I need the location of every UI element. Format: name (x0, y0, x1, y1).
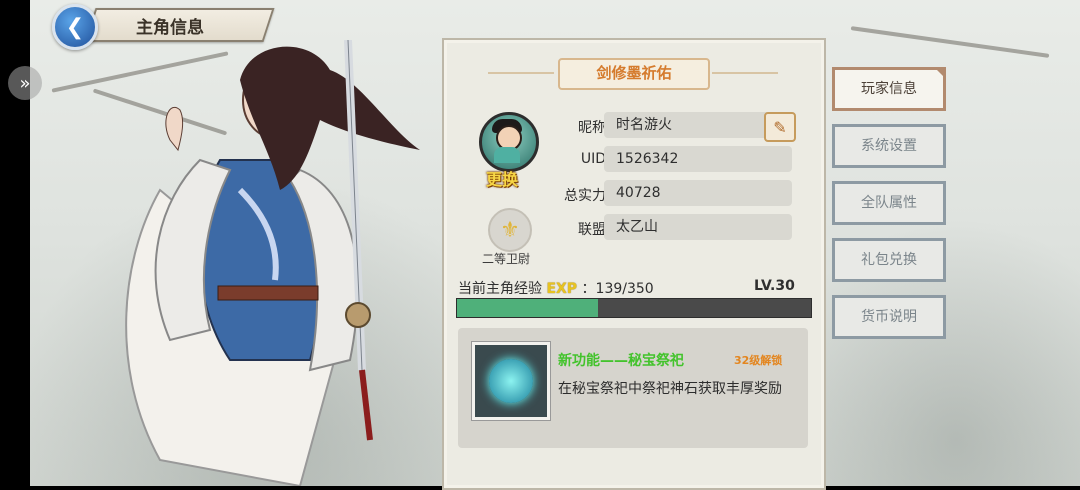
character-name: 剑修墨祈佑 (558, 58, 710, 90)
tab-gift-redeem[interactable]: 礼包兑换 (832, 238, 946, 282)
player-avatar[interactable] (479, 112, 539, 172)
tree-branch (850, 26, 1050, 58)
uid-value: 1526342 (604, 146, 792, 172)
rank-badge-icon[interactable]: ⚜ (488, 208, 532, 252)
hero-illustration (125, 40, 420, 486)
tab-label: 玩家信息 (861, 81, 917, 97)
feature-unlock-level: 32级解锁 (734, 354, 783, 367)
exp-progress-fill (457, 299, 598, 317)
exp-label-text: 当前主角经验 (458, 281, 542, 297)
level-label: LV.30 (754, 278, 795, 294)
brush-icon: ✎ (773, 117, 787, 137)
active-corner-icon (934, 67, 946, 79)
exp-progress-bar (456, 298, 812, 318)
rank-label: 二等卫尉 (482, 252, 531, 266)
profile-panel: 剑修墨祈佑 更换 ⚜ 二等卫尉 昵称 时名游火 ✎ UID 1526342 总实… (442, 38, 826, 490)
avatar-body (494, 147, 520, 163)
change-avatar-button[interactable]: 更换 (486, 166, 518, 190)
divider (712, 72, 778, 74)
exp-value: ：139/350 (581, 281, 654, 297)
exp-label: 当前主角经验 EXP ：139/350 (458, 278, 654, 298)
edit-nickname-button[interactable]: ✎ (764, 112, 796, 142)
new-feature-card: 新功能——秘宝祭祀 32级解锁 在秘宝祭祀中祭祀神石获取丰厚奖励 (458, 328, 808, 448)
feature-description: 在秘宝祭祀中祭祀神石获取丰厚奖励 (558, 381, 782, 397)
divider (488, 72, 554, 74)
feature-title: 新功能——秘宝祭祀 (558, 353, 684, 369)
tab-label: 全队属性 (861, 195, 917, 211)
back-button[interactable]: ❮ (52, 4, 98, 50)
tab-player-info[interactable]: 玩家信息 (832, 67, 946, 111)
tab-system-settings[interactable]: 系统设置 (832, 124, 946, 168)
uid-label: UID (580, 151, 606, 167)
back-arrow-icon: ❮ (65, 14, 85, 40)
tab-label: 系统设置 (861, 138, 917, 154)
power-label: 总实力 (564, 188, 606, 204)
power-value: 40728 (604, 180, 792, 206)
page-header: 主角信息 ❮ (40, 4, 275, 50)
alliance-label: 联盟 (578, 222, 606, 238)
expand-sidebar-button[interactable]: » (8, 66, 42, 100)
tab-team-attributes[interactable]: 全队属性 (832, 181, 946, 225)
nickname-label: 昵称 (578, 120, 606, 136)
alliance-value: 太乙山 (604, 214, 792, 240)
feature-thumbnail (472, 342, 550, 420)
double-chevron-right-icon: » (19, 72, 31, 94)
exp-tag: EXP (546, 281, 578, 297)
page-title: 主角信息 (136, 18, 204, 38)
tab-label: 礼包兑换 (861, 252, 917, 268)
tab-currency-info[interactable]: 货币说明 (832, 295, 946, 339)
tab-label: 货币说明 (861, 309, 917, 325)
gem-icon (489, 359, 533, 403)
